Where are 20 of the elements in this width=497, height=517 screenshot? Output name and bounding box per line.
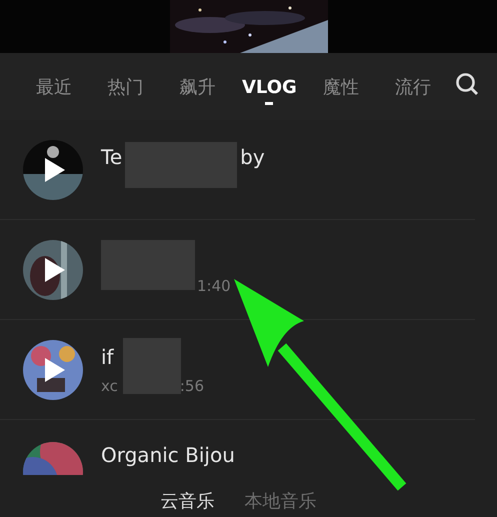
- play-icon[interactable]: [45, 158, 65, 182]
- play-icon[interactable]: [45, 258, 65, 282]
- category-tab[interactable]: 魔性: [323, 75, 360, 99]
- track-duration: :56: [180, 376, 204, 394]
- category-tab[interactable]: 最近: [36, 75, 72, 99]
- category-tab[interactable]: 流行: [395, 75, 432, 99]
- track-duration: 1:40: [197, 276, 231, 294]
- play-icon[interactable]: [45, 358, 65, 382]
- track-title: by: [240, 144, 265, 168]
- track-title: Te: [101, 144, 122, 168]
- track-row[interactable]: Organic Bijou: [0, 420, 475, 475]
- track-title: if: [101, 344, 114, 368]
- search-icon[interactable]: [454, 72, 479, 96]
- track-title: Organic Bijou: [101, 443, 235, 467]
- category-tab[interactable]: VLOG: [242, 76, 297, 98]
- track-artist: xc: [101, 376, 118, 394]
- source-tab[interactable]: 本地音乐: [244, 489, 316, 513]
- source-tab[interactable]: 云音乐: [160, 489, 214, 513]
- category-tab[interactable]: 飙升: [180, 75, 216, 99]
- category-tab[interactable]: 热门: [108, 75, 144, 99]
